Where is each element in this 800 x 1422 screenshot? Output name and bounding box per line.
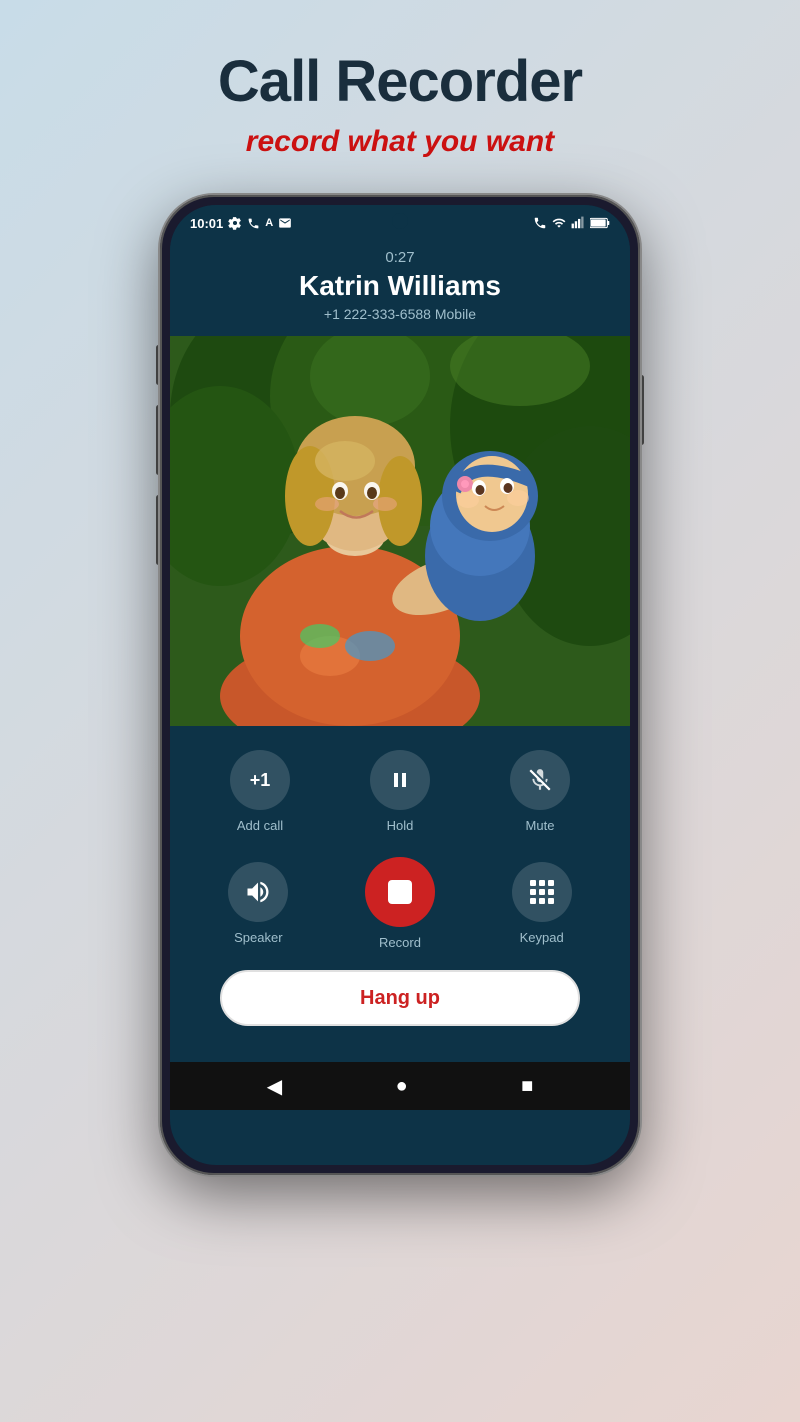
mute-label: Mute	[526, 818, 555, 833]
keypad-button[interactable]: Keypad	[512, 862, 572, 945]
mute-button[interactable]: Mute	[510, 750, 570, 833]
grid-dot	[530, 898, 536, 904]
caller-number: +1 222-333-6588 Mobile	[190, 306, 610, 322]
status-time: 10:01	[190, 216, 223, 231]
page-title: Call Recorder	[218, 48, 582, 115]
gear-icon	[228, 216, 242, 230]
call-record-icon	[533, 216, 547, 230]
caller-name: Katrin Williams	[190, 270, 610, 302]
record-label: Record	[379, 935, 421, 950]
call-info: 0:27 Katrin Williams +1 222-333-6588 Mob…	[170, 241, 630, 336]
call-duration: 0:27	[190, 249, 610, 266]
call-controls: +1 Add call Hold	[170, 726, 630, 1062]
contact-photo	[170, 336, 630, 726]
recents-button[interactable]: ■	[521, 1075, 533, 1098]
status-left: 10:01 A	[190, 216, 292, 231]
grid-dot	[539, 898, 545, 904]
controls-row-2: Speaker Record	[190, 857, 610, 950]
add-call-button[interactable]: +1 Add call	[230, 750, 290, 833]
keypad-label: Keypad	[520, 930, 564, 945]
hold-button[interactable]: Hold	[370, 750, 430, 833]
record-button[interactable]: Record	[365, 857, 435, 950]
email-icon	[278, 216, 292, 230]
grid-dot	[548, 898, 554, 904]
wifi-icon	[552, 216, 566, 230]
speaker-icon	[228, 862, 288, 922]
navigation-bar: ◀ ● ■	[170, 1062, 630, 1110]
phone-screen: 10:01 A 0:27 Katrin Williams +1 222-333-	[170, 205, 630, 1165]
signal-icon	[571, 216, 585, 230]
grid-dot	[548, 880, 554, 886]
add-call-label: Add call	[237, 818, 283, 833]
add-call-icon: +1	[230, 750, 290, 810]
keypad-icon	[512, 862, 572, 922]
battery-icon	[590, 217, 610, 229]
grid-dot	[530, 880, 536, 886]
home-button[interactable]: ●	[396, 1075, 408, 1098]
record-stop-symbol	[388, 880, 412, 904]
front-camera	[392, 213, 408, 229]
grid-dot	[539, 889, 545, 895]
hold-icon	[370, 750, 430, 810]
phone-status-icon	[247, 217, 260, 230]
speaker-label: Speaker	[234, 930, 282, 945]
phone-frame: 10:01 A 0:27 Katrin Williams +1 222-333-	[160, 195, 640, 1175]
record-icon	[365, 857, 435, 927]
grid-dot	[548, 889, 554, 895]
contact-photo-svg	[170, 336, 630, 726]
controls-row-1: +1 Add call Hold	[190, 750, 610, 833]
grid-dot	[530, 889, 536, 895]
hang-up-label: Hang up	[360, 987, 440, 1010]
accessibility-icon: A	[265, 217, 273, 229]
back-button[interactable]: ◀	[267, 1074, 282, 1099]
hold-label: Hold	[387, 818, 414, 833]
status-right	[533, 216, 610, 230]
hang-up-button[interactable]: Hang up	[220, 970, 580, 1026]
speaker-button[interactable]: Speaker	[228, 862, 288, 945]
mute-icon	[510, 750, 570, 810]
phone-mockup: 10:01 A 0:27 Katrin Williams +1 222-333-	[160, 195, 640, 1175]
grid-dot	[539, 880, 545, 886]
page-subtitle: record what you want	[246, 125, 554, 159]
